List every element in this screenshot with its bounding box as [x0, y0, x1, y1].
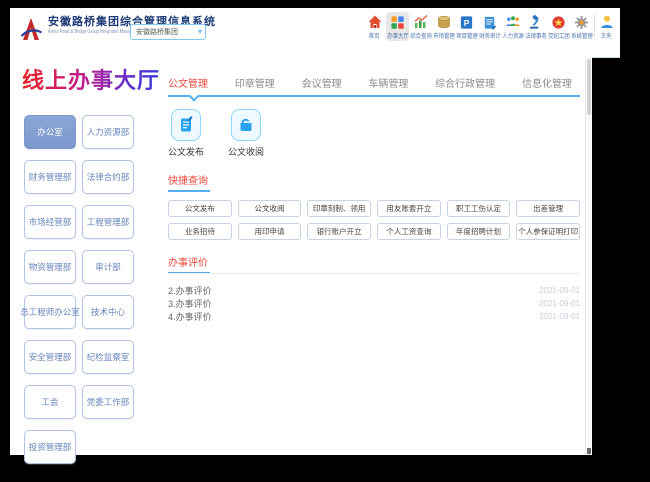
sidebar-item-finance-dept[interactable]: 财务管理部	[24, 160, 76, 194]
quick-btn-business-trip[interactable]: 出差管理	[516, 200, 580, 217]
tab-meeting-mgmt[interactable]: 会议管理	[302, 75, 342, 90]
shortcut-label: 公文发布	[168, 145, 204, 158]
app-window: 安徽路桥集团综合管理信息系统 Anhui Road & Bridge Group…	[0, 0, 650, 482]
tab-document-mgmt[interactable]: 公文管理	[168, 75, 208, 90]
organization-select-value: 安徽路桥集团	[136, 27, 178, 37]
nav-item-system[interactable]: 系统管理	[570, 12, 593, 41]
project-icon: P	[459, 14, 475, 30]
chevron-down-icon: ▾	[198, 28, 202, 36]
logo-mark-icon	[18, 16, 44, 47]
eval-item-label: 2.办事评价	[168, 284, 212, 297]
nav-item-service-hall[interactable]: 办事大厅	[386, 12, 409, 41]
category-tabs: 公文管理 印章管理 会议管理 车辆管理 综合行政管理 信息化管理	[168, 75, 572, 90]
organization-select[interactable]: 安徽路桥集团 ▾	[130, 24, 206, 40]
sidebar-item-tech-center[interactable]: 技术中心	[82, 295, 134, 329]
quick-btn-work-injury[interactable]: 职工工伤认定	[447, 200, 511, 217]
sidebar: 线上办事大厅 办公室 人力资源部 财务管理部 法律合约部 市场经营部 工程管理部…	[10, 57, 158, 455]
quick-btn-bank-account[interactable]: 银行账户开立	[307, 223, 371, 240]
tab-admin-mgmt[interactable]: 综合行政管理	[435, 75, 495, 90]
shortcut-row: 公文发布 公文收阅	[168, 109, 586, 158]
shortcut-doc-read[interactable]: 公文收阅	[228, 109, 264, 158]
sidebar-item-engineering-dept[interactable]: 工程管理部	[82, 205, 134, 239]
scrollbar-handle[interactable]	[587, 59, 591, 115]
evaluation-title: 办事评价	[168, 254, 580, 269]
list-item[interactable]: 4.办事评价 2021-09-01	[168, 310, 580, 323]
legal-gavel-icon	[528, 14, 544, 30]
nav-item-legal[interactable]: 法律事务	[524, 12, 547, 41]
shortcut-doc-publish[interactable]: 公文发布	[168, 109, 204, 158]
sidebar-item-labor-union[interactable]: 工会	[24, 385, 76, 419]
nav-item-finance[interactable]: 财务审计	[478, 12, 501, 41]
top-nav: 首页 办事大厅 综合查询 市场管理	[363, 12, 618, 41]
quick-query-grid: 公文发布 公文收阅 印章刻制、领用 用友账套开立 职工工伤认定 出差管理 业务招…	[168, 200, 580, 240]
service-hall-grid-icon	[390, 14, 406, 30]
home-icon	[367, 14, 383, 30]
system-gear-icon	[574, 14, 590, 30]
quick-query-underline	[168, 190, 210, 192]
hr-people-icon	[505, 14, 521, 30]
eval-item-date: 2021-09-01	[539, 286, 580, 295]
user-avatar-icon	[599, 14, 615, 30]
sidebar-item-hr-dept[interactable]: 人力资源部	[82, 115, 134, 149]
main-content: 公文管理 印章管理 会议管理 车辆管理 综合行政管理 信息化管理 公文发布	[158, 57, 586, 455]
eval-item-label: 4.办事评价	[168, 310, 212, 323]
sidebar-item-party-committee[interactable]: 党委工作部	[82, 385, 134, 419]
market-money-icon	[436, 14, 452, 30]
evaluation-divider	[168, 273, 580, 274]
party-emblem-icon	[551, 14, 567, 30]
list-item[interactable]: 2.办事评价 2021-09-01	[168, 284, 580, 297]
sidebar-item-market-ops-dept[interactable]: 市场经营部	[24, 205, 76, 239]
sidebar-item-safety-dept[interactable]: 安全管理部	[24, 340, 76, 374]
page-header: 安徽路桥集团综合管理信息系统 Anhui Road & Bridge Group…	[10, 8, 620, 58]
eval-item-label: 3.办事评价	[168, 297, 212, 310]
quick-btn-insurance-print[interactable]: 个人参保证明打印	[516, 223, 580, 240]
quick-query-title: 快捷查询	[168, 172, 580, 187]
eval-item-date: 2021-09-01	[539, 312, 580, 321]
finance-audit-icon	[482, 14, 498, 30]
evaluation-list: 2.办事评价 2021-09-01 3.办事评价 2021-09-01 4.办事…	[168, 284, 580, 323]
quick-btn-doc-read[interactable]: 公文收阅	[238, 200, 302, 217]
quick-btn-salary-query[interactable]: 个人工资查询	[377, 223, 441, 240]
sidebar-item-office[interactable]: 办公室	[24, 115, 76, 149]
nav-item-home[interactable]: 首页	[363, 12, 386, 41]
list-item[interactable]: 3.办事评价 2021-09-01	[168, 297, 580, 310]
quick-btn-seal-apply[interactable]: 用印申请	[238, 223, 302, 240]
sidebar-item-chief-engineer-office[interactable]: 总工程师办公室	[24, 295, 76, 329]
sidebar-item-investment-dept[interactable]: 投资管理部	[24, 430, 76, 464]
nav-item-user[interactable]: 王央	[594, 12, 618, 41]
quick-btn-seal-engrave[interactable]: 印章刻制、领用	[307, 200, 371, 217]
page-body: 线上办事大厅 办公室 人力资源部 财务管理部 法律合约部 市场经营部 工程管理部…	[10, 57, 592, 455]
sidebar-item-audit-dept[interactable]: 审计部	[82, 250, 134, 284]
evaluation-section: 办事评价 2.办事评价 2021-09-01 3.办事评价 2021-09-01…	[168, 254, 580, 323]
tab-vehicle-mgmt[interactable]: 车辆管理	[368, 75, 408, 90]
quick-btn-doc-publish[interactable]: 公文发布	[168, 200, 232, 217]
vertical-scrollbar[interactable]	[585, 57, 592, 455]
quick-btn-hospitality[interactable]: 业务招待	[168, 223, 232, 240]
shortcut-label: 公文收阅	[228, 145, 264, 158]
doc-publish-icon	[171, 109, 201, 141]
nav-item-market[interactable]: 市场管理	[432, 12, 455, 41]
doc-read-icon	[231, 109, 261, 141]
tab-info-mgmt[interactable]: 信息化管理	[522, 75, 572, 90]
tab-seal-mgmt[interactable]: 印章管理	[235, 75, 275, 90]
scrollbar-down-arrow[interactable]	[587, 448, 591, 454]
svg-text:P: P	[464, 17, 470, 27]
tab-underline	[168, 95, 580, 97]
nav-item-hr[interactable]: 人力资源	[501, 12, 524, 41]
quick-btn-recruit-plan[interactable]: 年度招聘计划	[447, 223, 511, 240]
sidebar-item-materials-dept[interactable]: 物资管理部	[24, 250, 76, 284]
page-title: 线上办事大厅	[22, 63, 160, 95]
department-grid: 办公室 人力资源部 财务管理部 法律合约部 市场经营部 工程管理部 物资管理部 …	[24, 115, 158, 464]
nav-item-project[interactable]: P 项目管理	[455, 12, 478, 41]
sidebar-item-discipline-inspection[interactable]: 纪检监察室	[82, 340, 134, 374]
quick-btn-yonyou-account[interactable]: 用友账套开立	[377, 200, 441, 217]
chart-query-icon	[413, 14, 429, 30]
sidebar-item-legal-contract-dept[interactable]: 法律合约部	[82, 160, 134, 194]
nav-item-party[interactable]: 党纪工团	[547, 12, 570, 41]
nav-item-query[interactable]: 综合查询	[409, 12, 432, 41]
eval-item-date: 2021-09-01	[539, 299, 580, 308]
quick-query-section: 快捷查询 公文发布 公文收阅 印章刻制、领用 用友账套开立 职工工伤认定 出差管…	[168, 172, 580, 240]
active-tab-notch	[188, 90, 199, 101]
